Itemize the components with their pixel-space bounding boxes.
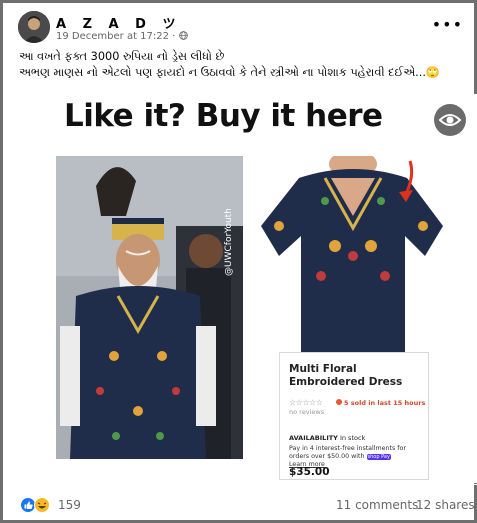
product-title: Multi Floral Embroidered Dress: [289, 363, 403, 388]
reaction-count[interactable]: 159: [58, 498, 81, 512]
facebook-post: A Z A D ツ 19 December at 17:22 · ••• આ વ…: [0, 0, 477, 523]
comments-count[interactable]: 11 comments: [336, 498, 418, 512]
caption-line: આ વખતે ફક્ત 3000 રુપિયા નો ડ્રેસ લીધો છે: [19, 50, 225, 63]
globe-icon: [178, 31, 188, 42]
availability-value: In stock: [339, 434, 366, 442]
availability: AVAILABILITY In stock: [289, 434, 365, 442]
product-card[interactable]: Multi Floral Embroidered Dress ☆☆☆☆☆ no …: [279, 352, 429, 480]
image-headline: Like it? Buy it here: [64, 98, 383, 134]
watermark: @UWCforYouth: [224, 208, 234, 276]
man-photo: @UWCforYouth: [56, 156, 243, 459]
post-image[interactable]: Like it? Buy it here @UWCforYouth Multi …: [6, 94, 477, 483]
sold-text: 5 sold in last 15 hours: [344, 399, 426, 407]
rating-label: no reviews: [289, 408, 325, 416]
avatar-image: [18, 11, 50, 43]
post-footer: 159 11 comments 12 shares: [6, 484, 477, 522]
shares-count[interactable]: 12 shares: [416, 498, 475, 512]
sold-badge: 5 sold in last 15 hours: [336, 398, 426, 420]
post-header: A Z A D ツ 19 December at 17:22 · •••: [14, 9, 469, 45]
rating-stars: ☆☆☆☆☆: [289, 398, 323, 407]
author-name[interactable]: A Z A D ツ: [56, 13, 181, 32]
post-timestamp[interactable]: 19 December at 17:22: [56, 31, 169, 42]
caption-line: અભણ માણસ નો એટલો પણ ફાયદો ન ઉઠાવવો કે તે…: [19, 66, 440, 79]
reaction-icons[interactable]: [20, 497, 54, 513]
product-price: $35.00: [289, 466, 330, 478]
shop-pay-logo: shop Pay: [366, 454, 391, 460]
fire-icon: [336, 399, 342, 405]
more-options-icon[interactable]: •••: [432, 15, 463, 34]
post-meta: 19 December at 17:22 ·: [56, 31, 188, 42]
avatar[interactable]: [18, 11, 50, 43]
haha-icon: [34, 497, 50, 513]
eye-icon: [434, 104, 466, 136]
availability-label: AVAILABILITY: [289, 434, 338, 442]
like-icon: [20, 497, 36, 513]
post-caption: આ વખતે ફક્ત 3000 રુપિયા નો ડ્રેસ લીધો છે…: [19, 49, 465, 81]
